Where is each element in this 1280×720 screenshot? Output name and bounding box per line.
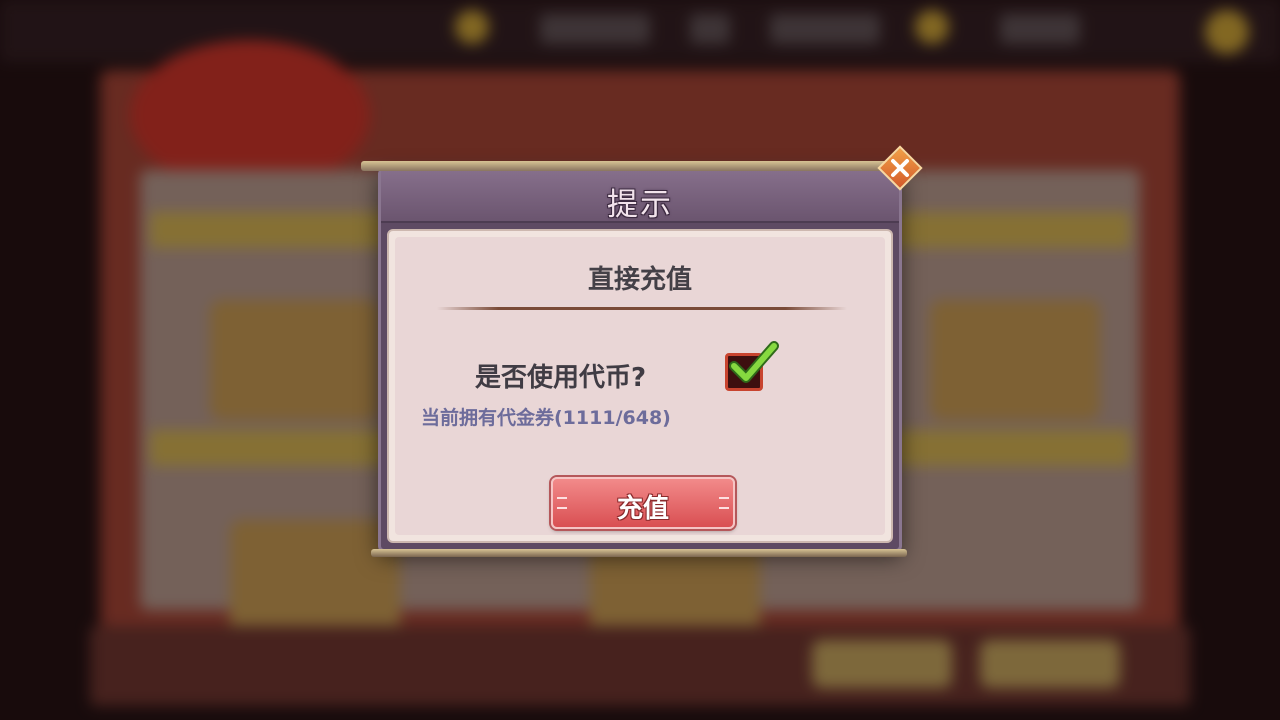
dialog-content-inner: 直接充值 是否使用代币? 当前拥有代金券(1111/648) 充值	[395, 237, 885, 535]
dialog-title: 提示	[607, 187, 673, 223]
game-screen: 提示 直接充值 是否使用代币? 当前拥有代金券(1111/648) 充值	[0, 0, 1280, 720]
recharge-dialog: 提示 直接充值 是否使用代币? 当前拥有代金券(1111/648) 充值	[361, 161, 907, 557]
close-button[interactable]	[877, 145, 923, 191]
use-tokens-question: 是否使用代币?	[475, 363, 647, 393]
dialog-content: 直接充值 是否使用代币? 当前拥有代金券(1111/648) 充值	[387, 229, 893, 543]
recharge-button[interactable]: 充值	[551, 477, 735, 529]
close-icon	[891, 159, 909, 177]
token-balance-text: 当前拥有代金券(1111/648)	[421, 407, 671, 429]
use-tokens-checkbox[interactable]	[725, 341, 779, 391]
dialog-title-bar: 提示	[381, 171, 899, 223]
divider	[437, 307, 847, 310]
recharge-button-label: 充值	[616, 494, 669, 524]
checkmark-icon	[729, 341, 779, 383]
dialog-bottom-rail	[371, 549, 907, 557]
dialog-top-rail	[361, 161, 906, 171]
dialog-subtitle: 直接充值	[587, 265, 692, 295]
button-left-ornament	[557, 497, 567, 509]
button-right-ornament	[719, 497, 729, 509]
